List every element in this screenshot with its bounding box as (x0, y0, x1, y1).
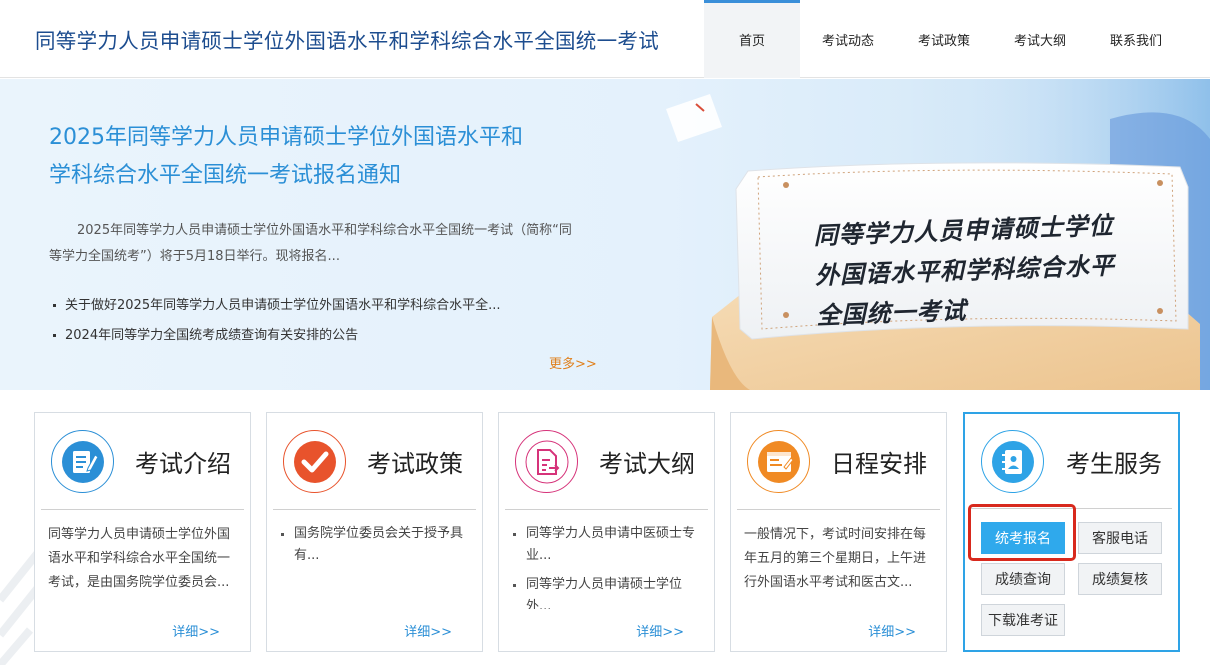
checkmark-icon (283, 430, 346, 493)
download-admission-ticket-button[interactable]: 下载准考证 (981, 604, 1065, 636)
detail-link[interactable]: 详细>> (868, 621, 916, 640)
detail-link[interactable]: 详细>> (172, 621, 220, 640)
site-title[interactable]: 同等学力人员申请硕士学位外国语水平和学科综合水平全国统一考试 (35, 24, 659, 54)
card-description: 一般情况下，考试时间安排在每年五月的第三个星期日，上午进行外国语水平考试和医古文… (744, 527, 927, 590)
card-list: 同等学力人员申请中医硕士专业... 同等学力人员申请硕士学位外... (512, 523, 702, 609)
card-title[interactable]: 考生服务 (1066, 444, 1162, 479)
hotline-button[interactable]: 客服电话 (1078, 522, 1162, 554)
card-list: 国务院学位委员会关于授予具有... (280, 523, 470, 609)
score-review-button[interactable]: 成绩复核 (1078, 563, 1162, 595)
contact-book-icon (981, 430, 1044, 493)
detail-link[interactable]: 详细>> (404, 621, 452, 640)
nav-item-news[interactable]: 考试动态 (800, 0, 896, 78)
hero-banner: 2025年同等学力人员申请硕士学位外国语水平和 学科综合水平全国统一考试报名通知… (0, 79, 1210, 390)
more-link[interactable]: 更多>> (549, 353, 597, 372)
nav-item-syllabus[interactable]: 考试大纲 (992, 0, 1088, 78)
news-item[interactable]: 关于做好2025年同等学力人员申请硕士学位外国语水平和学科综合水平全... (52, 291, 572, 321)
nav-item-contact[interactable]: 联系我们 (1088, 0, 1184, 78)
card-title[interactable]: 考试介绍 (135, 444, 231, 479)
divider (41, 509, 244, 510)
card-schedule: 日程安排 一般情况下，考试时间安排在每年五月的第三个星期日，上午进行外国语水平考… (730, 412, 947, 652)
list-item[interactable]: 同等学力人员申请硕士学位外... (512, 574, 702, 609)
announcement-summary: 2025年同等学力人员申请硕士学位外国语水平和学科综合水平全国统一考试（简称“同… (49, 223, 572, 264)
divider (737, 509, 940, 510)
schedule-icon (747, 430, 810, 493)
news-list: 关于做好2025年同等学力人员申请硕士学位外国语水平和学科综合水平全... 20… (52, 291, 572, 351)
nav-item-home[interactable]: 首页 (704, 0, 800, 78)
card-description: 同等学力人员申请硕士学位外国语水平和学科综合水平全国统一考试，是由国务院学位委员… (48, 527, 231, 590)
card-exam-syllabus: 考试大纲 同等学力人员申请中医硕士专业... 同等学力人员申请硕士学位外... … (498, 412, 715, 652)
list-item[interactable]: 国务院学位委员会关于授予具有... (280, 523, 470, 567)
card-exam-policy: 考试政策 国务院学位委员会关于授予具有... 详细>> (266, 412, 483, 652)
news-item[interactable]: 2024年同等学力全国统考成绩查询有关安排的公告 (52, 321, 572, 351)
announcement-title[interactable]: 2025年同等学力人员申请硕士学位外国语水平和 学科综合水平全国统一考试报名通知 (49, 119, 609, 195)
detail-link[interactable]: 详细>> (636, 621, 684, 640)
score-query-button[interactable]: 成绩查询 (981, 563, 1065, 595)
outline-document-icon (515, 430, 578, 493)
main-nav: 首页 考试动态 考试政策 考试大纲 联系我们 (704, 0, 1184, 78)
register-button[interactable]: 统考报名 (981, 522, 1065, 554)
card-title[interactable]: 考试大纲 (599, 444, 695, 479)
announcement-title-line1[interactable]: 2025年同等学力人员申请硕士学位外国语水平和 (49, 119, 609, 157)
card-exam-intro: 考试介绍 同等学力人员申请硕士学位外国语水平和学科综合水平全国统一考试，是由国务… (34, 412, 251, 652)
announcement-title-line2[interactable]: 学科综合水平全国统一考试报名通知 (49, 157, 609, 195)
card-title[interactable]: 考试政策 (367, 444, 463, 479)
divider (971, 508, 1172, 509)
nav-item-policy[interactable]: 考试政策 (896, 0, 992, 78)
card-title[interactable]: 日程安排 (831, 444, 927, 479)
list-item[interactable]: 同等学力人员申请中医硕士专业... (512, 523, 702, 567)
divider (273, 509, 476, 510)
document-icon (51, 430, 114, 493)
site-header: 同等学力人员申请硕士学位外国语水平和学科综合水平全国统一考试 首页 考试动态 考… (0, 0, 1210, 78)
scroll-headline: 同等学力人员申请硕士学位 外国语水平和学科综合水平 全国统一考试 (813, 204, 1157, 336)
divider (505, 509, 708, 510)
